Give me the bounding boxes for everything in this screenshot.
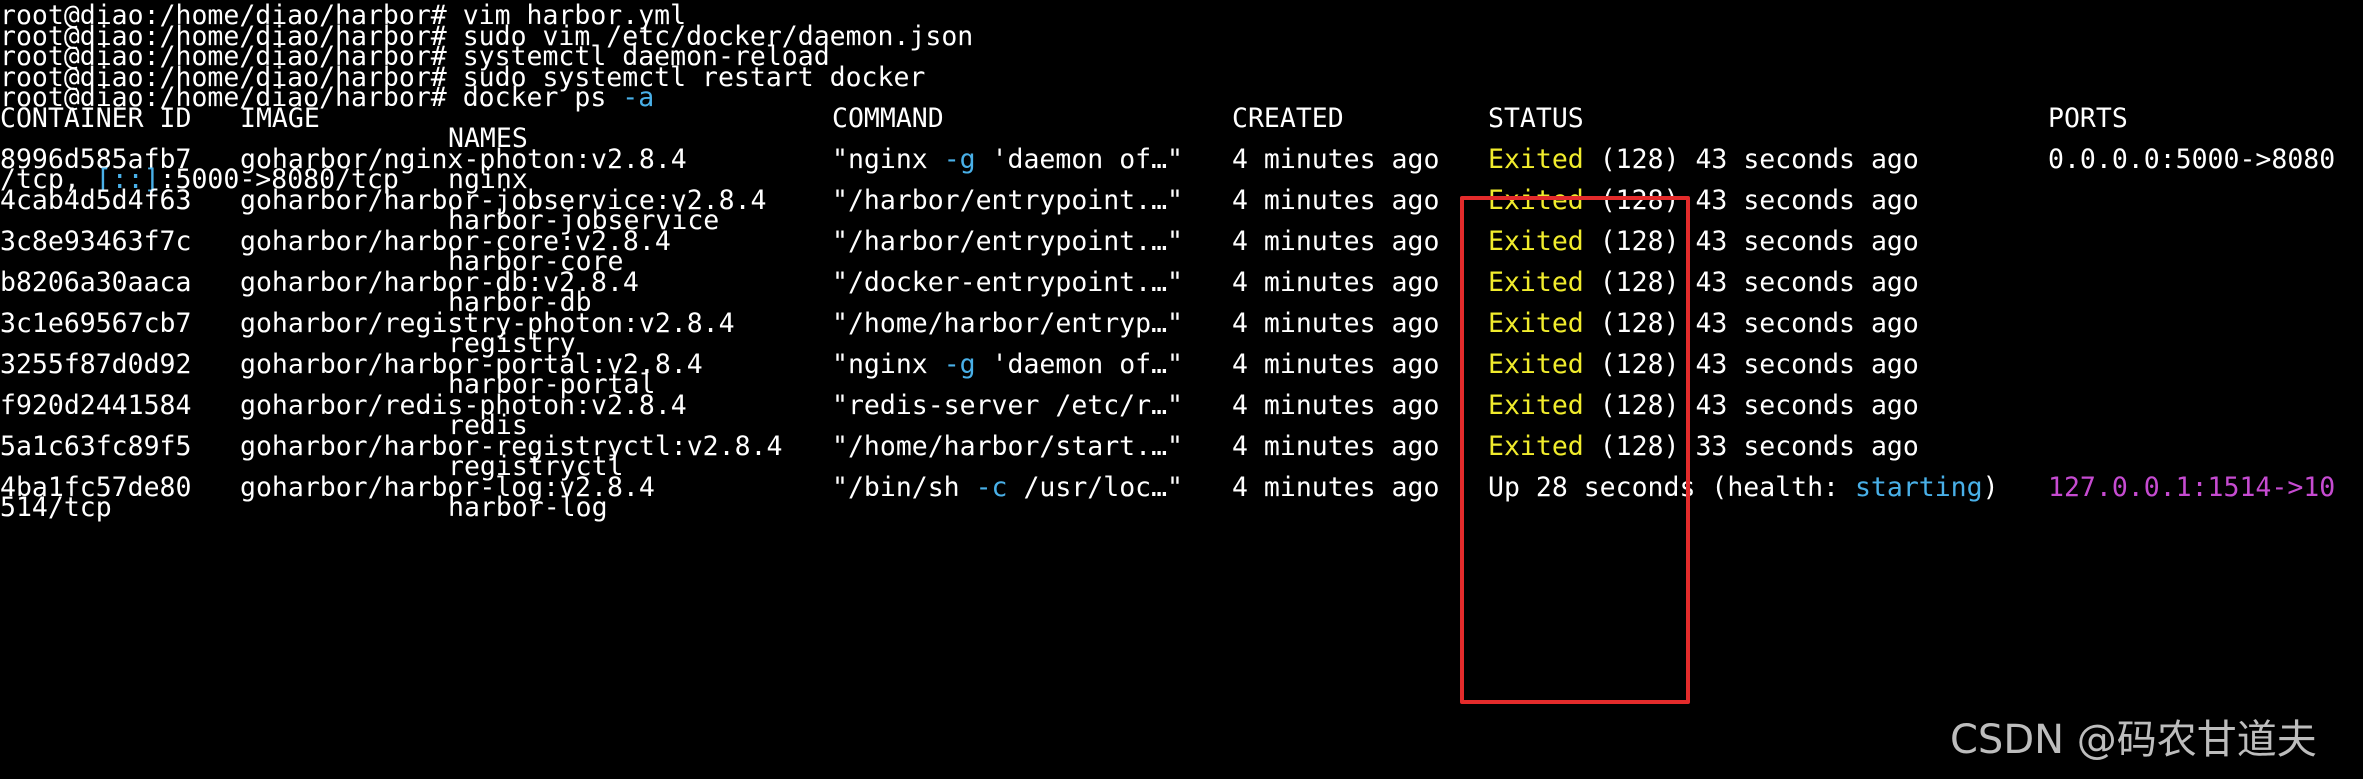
csdn-watermark: CSDN @码农甘道夫 xyxy=(1950,717,2317,763)
ports-continued: 514/tcp xyxy=(0,492,112,523)
container-name: harbor-log xyxy=(448,492,608,523)
terminal-window[interactable]: root@diao:/home/diao/harbor# vim harbor.… xyxy=(0,0,2363,779)
status-highlight-box xyxy=(1460,196,1690,704)
table-row-cont: 514/tcp harbor-log xyxy=(0,492,2363,523)
